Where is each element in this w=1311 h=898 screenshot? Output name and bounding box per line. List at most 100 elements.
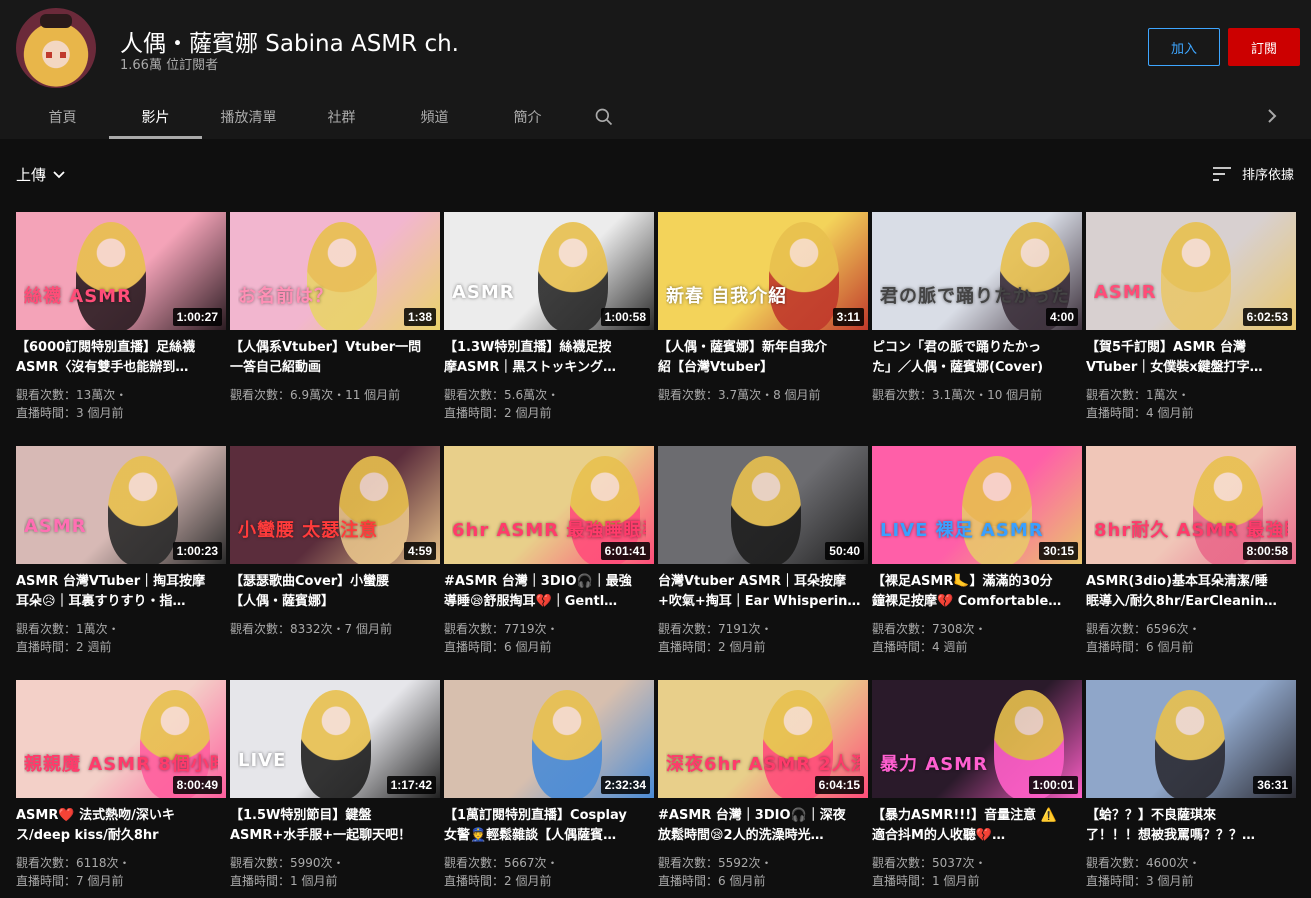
video-duration: 36:31 xyxy=(1253,776,1292,794)
video-title-line-2: 鐘裸足按摩💔 Comfortable… xyxy=(872,594,1062,609)
video-card[interactable]: 36:31 【蛤？？】不良薩琪來 了！！！想被我罵嗎？？？… 觀看次數：4600次・直… xyxy=(1086,680,1296,898)
video-thumbnail[interactable]: 2:32:34 xyxy=(444,680,654,798)
video-title[interactable]: #ASMR 台灣｜3DIO🎧｜深夜 放鬆時間😪2人的洗澡時光… xyxy=(658,806,864,846)
video-card[interactable]: LIVE 裸足 ASMR 30:15 【裸足ASMR🦶】滿滿的30分 鐘裸足按摩💔 C… xyxy=(872,446,1082,666)
video-card[interactable]: 君の脈で踊りたかった 4:00 ピコン「君の脈で踊りたかっ た」／人偶・薩賓娜(Cov… xyxy=(872,212,1082,432)
search-icon[interactable] xyxy=(574,94,634,139)
video-card[interactable]: 6hr ASMR 最強睡眠導入6:01:41 #ASMR 台灣｜3DIO🎧｜最強導… xyxy=(444,446,654,666)
tab-channels[interactable]: 頻道 xyxy=(388,94,481,139)
video-card[interactable]: 8hr耐久 ASMR 最強睡眠導入8:00:58 ASMR(3dio)基本耳朵清潔… xyxy=(1086,446,1296,666)
video-title[interactable]: 【6000訂閱特別直播】足絲襪 ASMR〈沒有雙手也能辦到… xyxy=(16,338,222,378)
channel-avatar[interactable] xyxy=(16,8,96,88)
video-title-line-2: 女警👮輕鬆雜談【人偶薩賓… xyxy=(444,828,617,843)
video-metadata: 觀看次數：5667次・ 直播時間：2 個月前 xyxy=(444,854,559,890)
tab-community[interactable]: 社群 xyxy=(295,94,388,139)
video-thumbnail[interactable]: ASMR 1:00:58 xyxy=(444,212,654,330)
video-card[interactable]: 2:32:34 【1萬訂閱特別直播】Cosplay 女警👮輕鬆雜談【人偶薩賓… 觀看次… xyxy=(444,680,654,898)
video-metadata: 觀看次數：7719次・ 直播時間：6 個月前 xyxy=(444,620,559,656)
tab-videos[interactable]: 影片 xyxy=(109,94,202,139)
video-view-count: 觀看次數：6596次・ xyxy=(1086,622,1201,636)
video-card[interactable]: ASMR 1:00:23 ASMR 台灣VTuber｜掏耳按摩 耳朵😥｜耳裏すりすり・… xyxy=(16,446,226,666)
video-card[interactable]: 絲襪 ASMR 1:00:27 【6000訂閱特別直播】足絲襪 ASMR〈沒有雙手也能… xyxy=(16,212,226,432)
video-title[interactable]: ピコン「君の脈で踊りたかっ た」／人偶・薩賓娜(Cover) xyxy=(872,338,1078,378)
video-title-line-1: 【1萬訂閱特別直播】Cosplay xyxy=(444,808,627,823)
video-title-line-2: 眠導入/耐久8hr/EarCleanin… xyxy=(1086,594,1277,609)
video-duration: 3:11 xyxy=(832,308,864,326)
video-stream-time: 直播時間：4 週前 xyxy=(872,640,968,654)
tab-about[interactable]: 簡介 xyxy=(481,94,574,139)
video-metadata: 觀看次數：6596次・ 直播時間：6 個月前 xyxy=(1086,620,1201,656)
video-thumbnail[interactable]: 暴力 ASMR 1:00:01 xyxy=(872,680,1082,798)
video-metadata: 觀看次數：5037次・ 直播時間：1 個月前 xyxy=(872,854,987,890)
video-title[interactable]: 【1.5W特別節目】鍵盤 ASMR+水手服+一起聊天吧！ xyxy=(230,806,436,846)
video-card[interactable]: ASMR 1:00:58 【1.3W特別直播】絲襪足按 摩ASMR｜黒ストッキング… 觀… xyxy=(444,212,654,432)
video-card[interactable]: 新春 自我介紹 3:11 【人偶・薩賓娜】新年自我介 紹【台灣Vtuber】 觀看次數：… xyxy=(658,212,868,432)
video-thumbnail[interactable]: 親親魔 ASMR 8個小時 耐久8:00:49 xyxy=(16,680,226,798)
video-duration: 8:00:58 xyxy=(1242,542,1292,560)
thumbnail-character xyxy=(76,222,146,330)
video-title-line-1: 【人偶系Vtuber】Vtuber一問 xyxy=(230,340,422,355)
video-metadata: 觀看次數：5.6萬次・ 直播時間：2 個月前 xyxy=(444,386,559,422)
video-thumbnail[interactable]: 6hr ASMR 最強睡眠導入6:01:41 xyxy=(444,446,654,564)
video-thumbnail[interactable]: 新春 自我介紹 3:11 xyxy=(658,212,868,330)
join-button[interactable]: 加入 xyxy=(1148,28,1220,66)
video-metadata: 觀看次數：6.9萬次・11 個月前 xyxy=(230,386,400,404)
video-title[interactable]: 【瑟瑟歌曲Cover】小蠻腰 【人偶・薩賓娜】 xyxy=(230,572,436,612)
video-card[interactable]: 暴力 ASMR 1:00:01 【暴力ASMR!!!】音量注意 ⚠️ 適合抖M的人收聽… xyxy=(872,680,1082,898)
video-stream-time: 直播時間：1 個月前 xyxy=(230,874,338,888)
video-metadata: 觀看次數：5990次・ 直播時間：1 個月前 xyxy=(230,854,345,890)
video-card[interactable]: お名前は？ 1:38 【人偶系Vtuber】Vtuber一問 一答自己紹動画觀看次數：… xyxy=(230,212,440,432)
video-title-line-1: #ASMR 台灣｜3DIO🎧｜最強 xyxy=(444,574,632,589)
video-view-count: 觀看次數：6.9萬次・11 個月前 xyxy=(230,388,401,402)
video-card[interactable]: 深夜6hr ASMR 2人深夜的洗澡時光6:04:15 #ASMR 台灣｜3DIO… xyxy=(658,680,868,898)
video-title-line-2: た」／人偶・薩賓娜(Cover) xyxy=(872,360,1044,375)
video-duration: 6:04:15 xyxy=(814,776,864,794)
video-metadata: 觀看次數：7308次・ 直播時間：4 週前 xyxy=(872,620,987,656)
video-title[interactable]: 【1萬訂閱特別直播】Cosplay 女警👮輕鬆雜談【人偶薩賓… xyxy=(444,806,650,846)
video-card[interactable]: 50:40 台灣Vtuber ASMR｜耳朵按摩 +吹氣+掏耳｜Ear Whispe… xyxy=(658,446,868,666)
video-thumbnail[interactable]: 深夜6hr ASMR 2人深夜的洗澡時光6:04:15 xyxy=(658,680,868,798)
video-title[interactable]: ASMR❤️ 法式熱吻/深いキ ス/deep kiss/耐久8hr xyxy=(16,806,222,846)
video-title[interactable]: 【1.3W特別直播】絲襪足按 摩ASMR｜黒ストッキング… xyxy=(444,338,650,378)
video-title[interactable]: 【人偶系Vtuber】Vtuber一問 一答自己紹動画 xyxy=(230,338,436,378)
video-title[interactable]: ASMR(3dio)基本耳朵清潔/睡 眠導入/耐久8hr/EarCleanin… xyxy=(1086,572,1292,612)
video-card[interactable]: 親親魔 ASMR 8個小時 耐久8:00:49 ASMR❤️ 法式熱吻/深いキス/… xyxy=(16,680,226,898)
video-thumbnail[interactable]: お名前は？ 1:38 xyxy=(230,212,440,330)
video-thumbnail[interactable]: LIVE 裸足 ASMR 30:15 xyxy=(872,446,1082,564)
video-card[interactable]: 小蠻腰 太瑟注意 4:59 【瑟瑟歌曲Cover】小蠻腰 【人偶・薩賓娜】 觀看次數：8… xyxy=(230,446,440,666)
video-stream-time: 直播時間：3 個月前 xyxy=(1086,874,1194,888)
video-thumbnail[interactable]: 小蠻腰 太瑟注意 4:59 xyxy=(230,446,440,564)
video-thumbnail[interactable]: 50:40 xyxy=(658,446,868,564)
video-title[interactable]: #ASMR 台灣｜3DIO🎧｜最強 導睡😪舒服掏耳💔｜Gentl… xyxy=(444,572,650,612)
video-title[interactable]: ASMR 台灣VTuber｜掏耳按摩 耳朵😥｜耳裏すりすり・指… xyxy=(16,572,222,612)
video-view-count: 觀看次數：5592次・ xyxy=(658,856,773,870)
video-title-line-2: ス/deep kiss/耐久8hr xyxy=(16,828,159,843)
sort-by-button[interactable]: 排序依據 xyxy=(1212,164,1294,183)
video-thumbnail[interactable]: ASMR 6:02:53 xyxy=(1086,212,1296,330)
upload-filter-dropdown[interactable]: 上傳 xyxy=(16,164,66,185)
video-thumbnail[interactable]: ASMR 1:00:23 xyxy=(16,446,226,564)
sort-by-label: 排序依據 xyxy=(1242,168,1295,183)
video-metadata: 觀看次數：3.1萬次・10 個月前 xyxy=(872,386,1042,404)
video-card[interactable]: ASMR 6:02:53 【賀5千訂閱】ASMR 台灣 VTuber｜女僕裝x鍵盤打字… xyxy=(1086,212,1296,432)
video-thumbnail[interactable]: 君の脈で踊りたかった 4:00 xyxy=(872,212,1082,330)
video-thumbnail[interactable]: LIVE 1:17:42 xyxy=(230,680,440,798)
video-title[interactable]: 【賀5千訂閱】ASMR 台灣 VTuber｜女僕裝x鍵盤打字… xyxy=(1086,338,1292,378)
subscribe-button[interactable]: 訂閱 xyxy=(1228,28,1300,66)
thumbnail-text: 絲襪 ASMR xyxy=(24,286,132,307)
video-title[interactable]: 【暴力ASMR!!!】音量注意 ⚠️ 適合抖M的人收聽💔… xyxy=(872,806,1078,846)
video-view-count: 觀看次數：7308次・ xyxy=(872,622,987,636)
video-card[interactable]: LIVE 1:17:42 【1.5W特別節目】鍵盤 ASMR+水手服+一起聊天吧！ 觀看… xyxy=(230,680,440,898)
video-title[interactable]: 【蛤？？】不良薩琪來 了！！！想被我罵嗎？？？… xyxy=(1086,806,1292,846)
video-title-line-1: 【裸足ASMR🦶】滿滿的30分 xyxy=(872,574,1053,589)
video-title[interactable]: 【人偶・薩賓娜】新年自我介 紹【台灣Vtuber】 xyxy=(658,338,864,378)
tab-home[interactable]: 首頁 xyxy=(16,94,109,139)
chevron-right-icon[interactable] xyxy=(1262,102,1282,130)
video-thumbnail[interactable]: 絲襪 ASMR 1:00:27 xyxy=(16,212,226,330)
video-title[interactable]: 【裸足ASMR🦶】滿滿的30分 鐘裸足按摩💔 Comfortable… xyxy=(872,572,1078,612)
video-thumbnail[interactable]: 8hr耐久 ASMR 最強睡眠導入8:00:58 xyxy=(1086,446,1296,564)
video-thumbnail[interactable]: 36:31 xyxy=(1086,680,1296,798)
video-metadata: 觀看次數：1萬次・ 直播時間：2 週前 xyxy=(16,620,120,656)
tab-playlists[interactable]: 播放清單 xyxy=(202,94,295,139)
video-title[interactable]: 台灣Vtuber ASMR｜耳朵按摩 +吹氣+掏耳｜Ear Whisperin… xyxy=(658,572,864,612)
